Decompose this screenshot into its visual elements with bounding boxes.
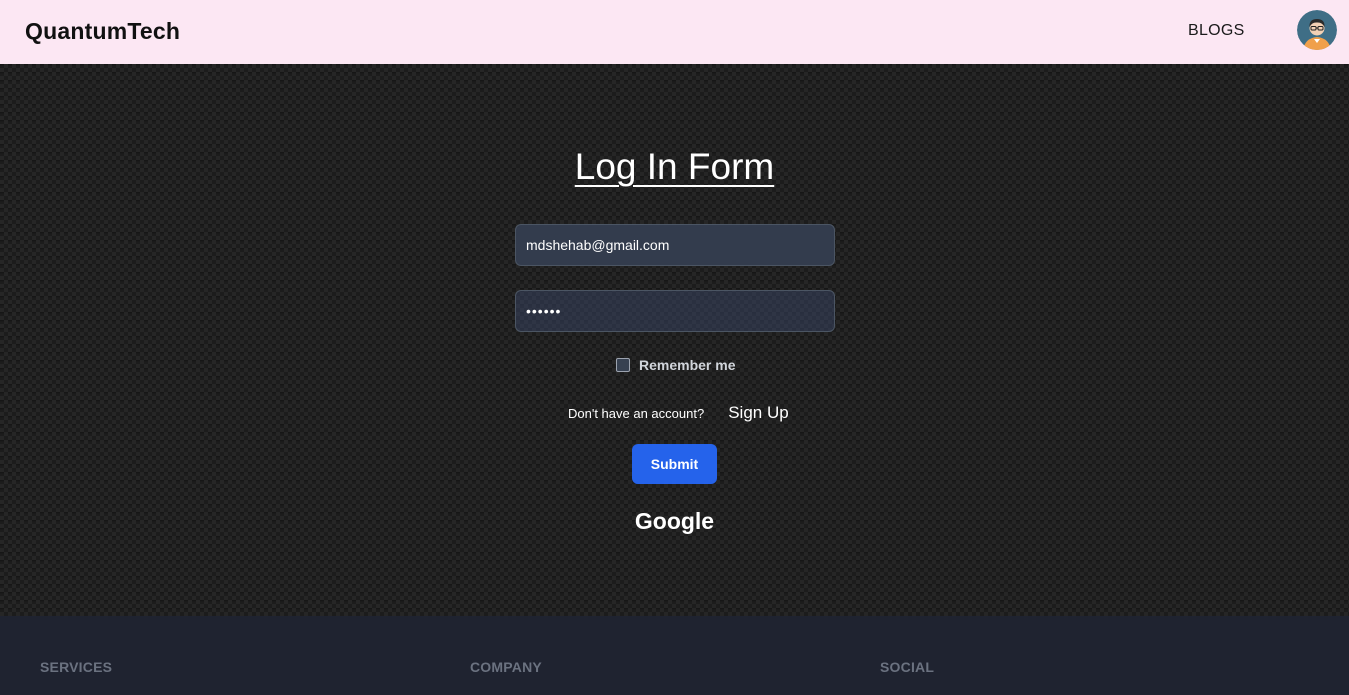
signup-link[interactable]: Sign Up (728, 403, 788, 423)
user-avatar[interactable] (1297, 10, 1337, 50)
submit-button[interactable]: Submit (632, 444, 717, 484)
navbar: QuantumTech BLOGS (0, 0, 1349, 64)
email-input[interactable] (515, 224, 835, 266)
footer-heading-company: COMPANY (470, 659, 542, 675)
signup-prompt-row: Don't have an account? Sign Up (568, 403, 789, 423)
form-title: Log In Form (574, 146, 775, 187)
footer-heading-social: SOCIAL (880, 659, 935, 675)
footer: SERVICES COMPANY SOCIAL (0, 616, 1349, 695)
nav-link-blogs[interactable]: BLOGS (1188, 22, 1245, 40)
remember-me-label[interactable]: Remember me (639, 357, 736, 373)
account-prompt-text: Don't have an account? (568, 406, 705, 421)
remember-me-checkbox[interactable] (616, 358, 630, 372)
brand-logo[interactable]: QuantumTech (25, 18, 180, 45)
password-input[interactable] (515, 290, 835, 332)
login-section: Log In Form Remember me Don't have an ac… (0, 64, 1349, 616)
remember-me-row: Remember me (616, 357, 736, 373)
footer-heading-services: SERVICES (40, 659, 113, 675)
google-login-button[interactable]: Google (0, 508, 1349, 535)
avatar-icon (1297, 10, 1337, 50)
